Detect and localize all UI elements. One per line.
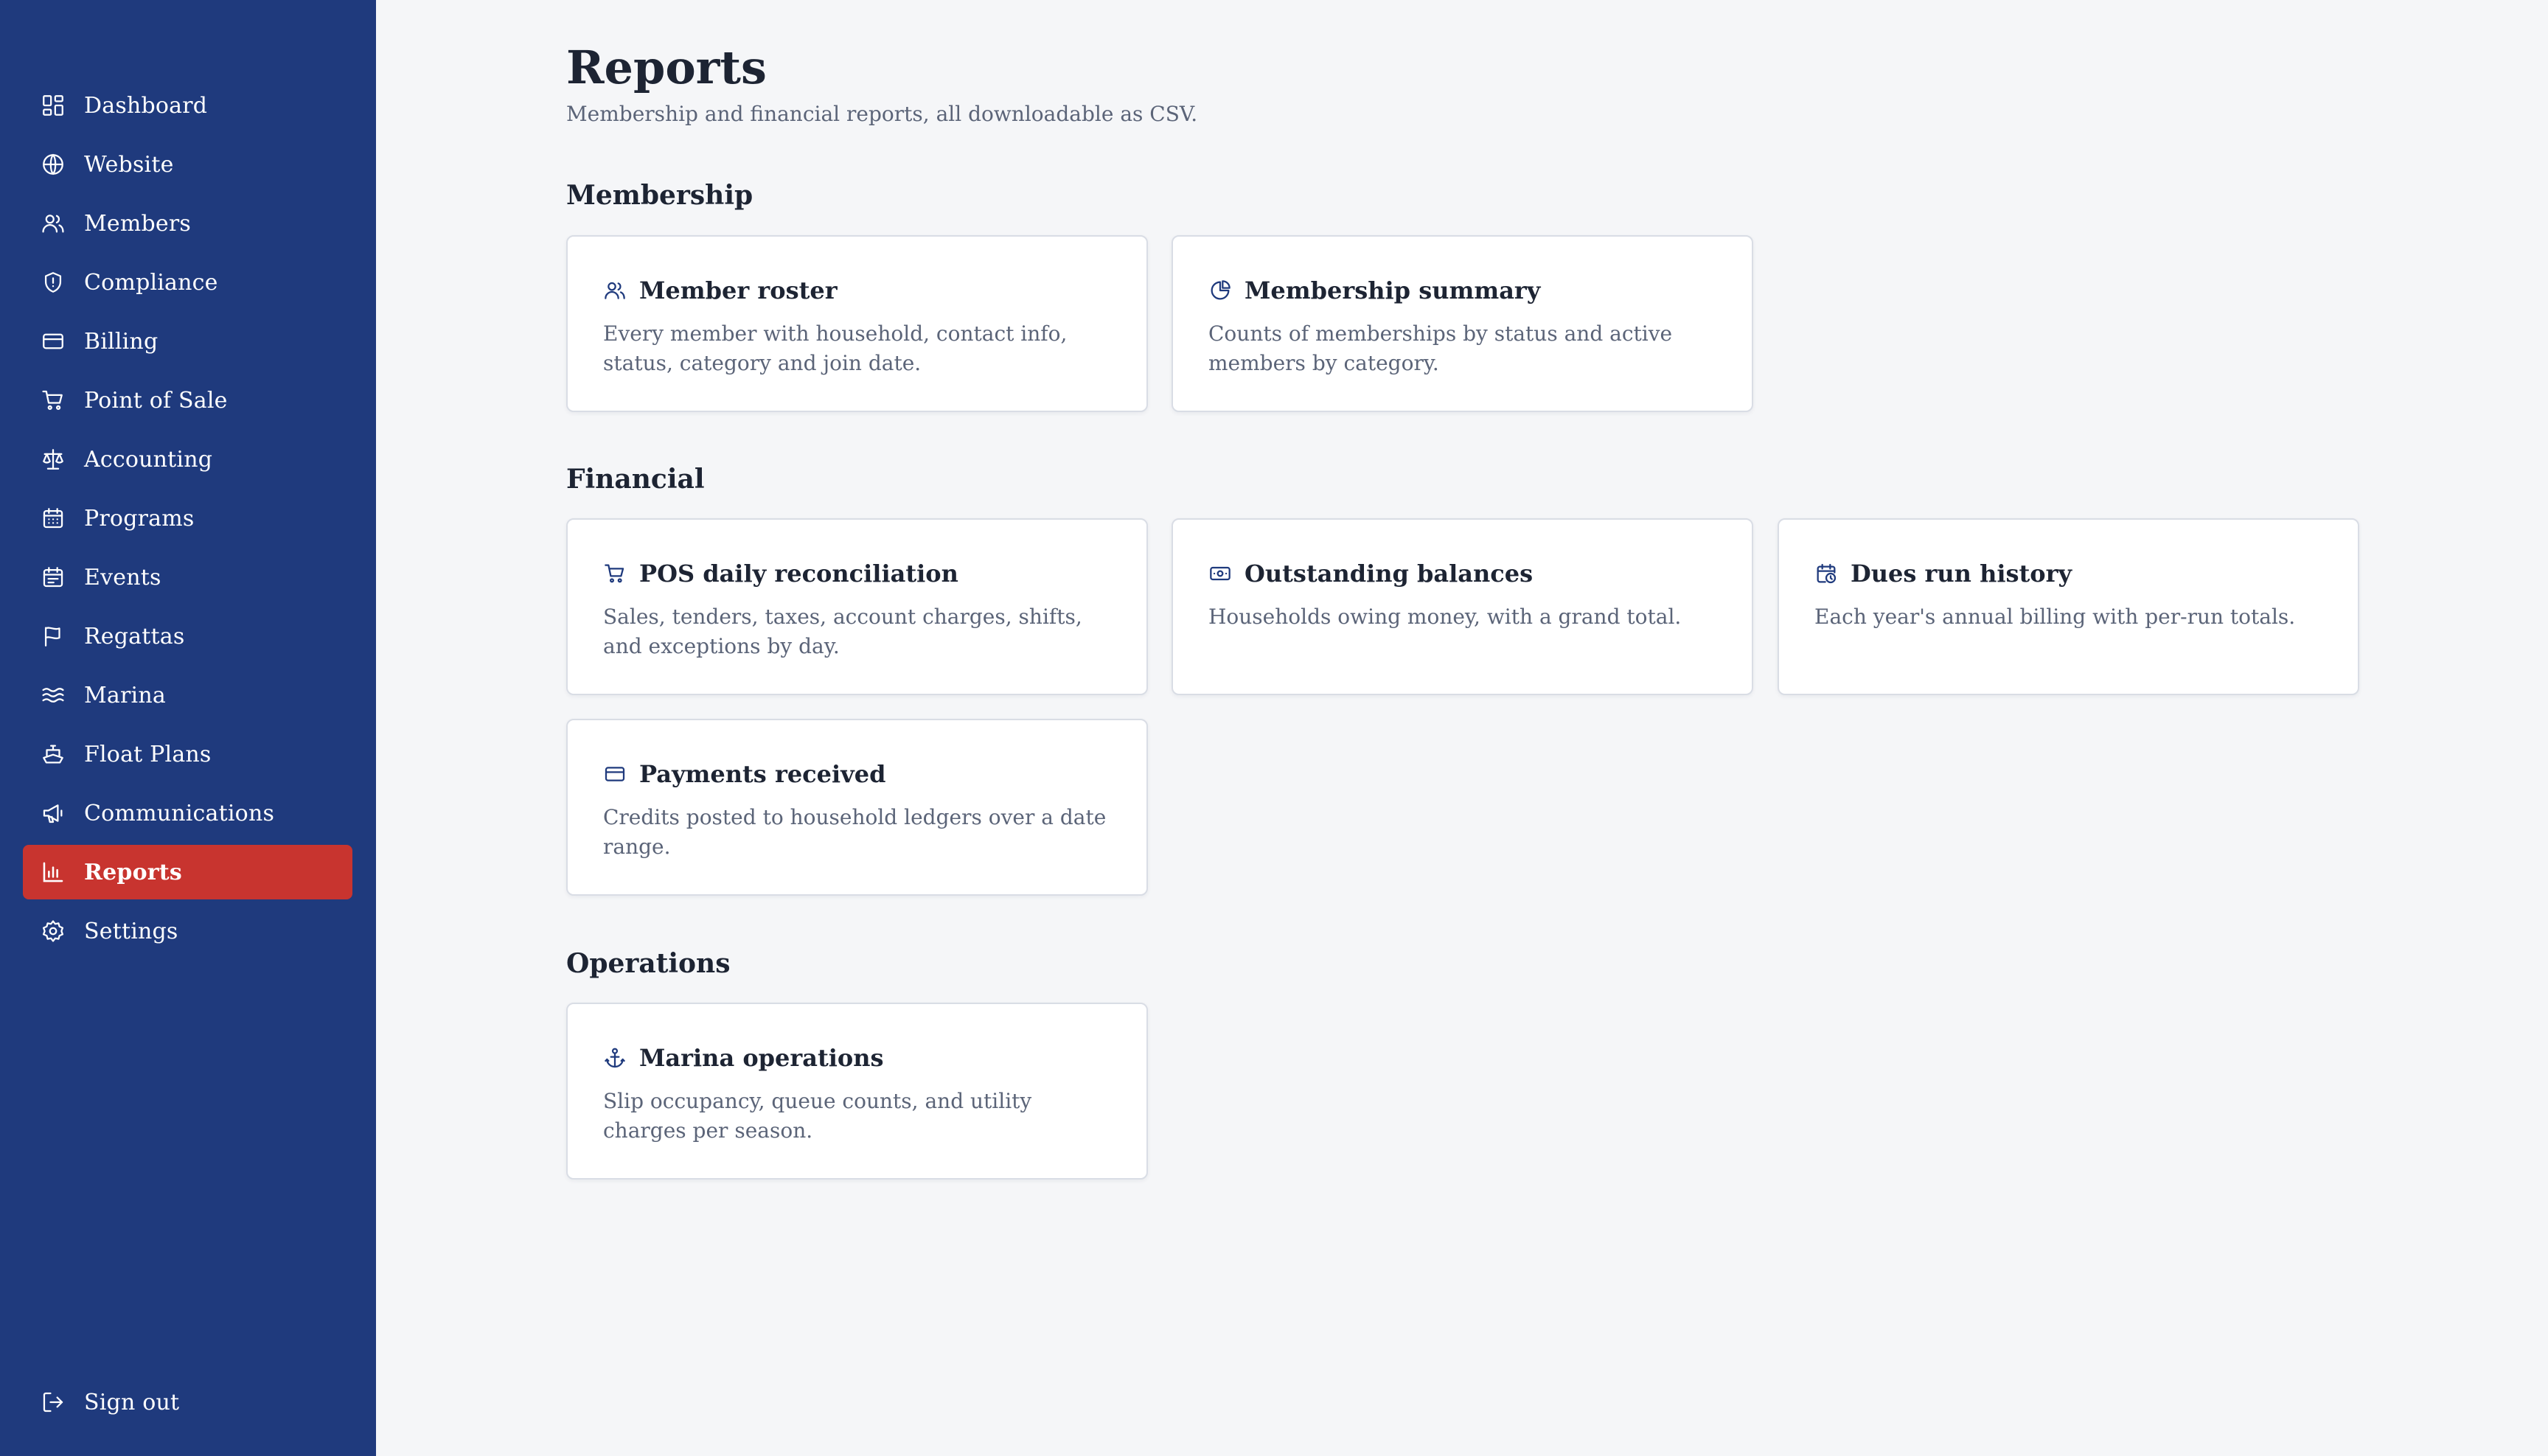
report-card-outstanding-balances[interactable]: Outstanding balances Households owing mo… [1172,518,1753,695]
report-card-dues-run-history[interactable]: Dues run history Each year's annual bill… [1778,518,2359,695]
dashboard-icon [41,93,66,118]
section-title-financial: Financial [566,464,705,495]
sidebar-item-label: Members [84,210,192,237]
flag-icon [41,624,66,649]
sidebar-item-communications[interactable]: Communications [23,786,352,840]
calendar-clock-icon [1814,562,1838,585]
sidebar-item-members[interactable]: Members [23,196,352,251]
sidebar: Dashboard Website Members Compliance Bil [0,0,376,1456]
sign-out-icon [41,1390,66,1415]
card-description: Sales, tenders, taxes, account charges, … [603,605,1082,658]
sidebar-item-settings[interactable]: Settings [23,904,352,958]
anchor-icon [603,1046,627,1070]
sidebar-item-point-of-sale[interactable]: Point of Sale [23,373,352,428]
page-title: Reports [566,41,767,94]
sidebar-item-billing[interactable]: Billing [23,314,352,369]
pie-chart-icon [1208,279,1232,302]
sidebar-item-label: Marina [84,682,166,708]
report-card-pos-daily-reconciliation[interactable]: POS daily reconciliation Sales, tenders,… [566,518,1148,695]
calendar-icon [41,565,66,590]
sign-out-area: Sign out [23,1375,352,1434]
sidebar-item-label: Communications [84,800,275,826]
sidebar-item-reports[interactable]: Reports [23,845,352,899]
sidebar-item-label: Reports [84,859,182,885]
credit-card-icon [41,329,66,354]
card-title: Outstanding balances [1245,560,1534,588]
card-title: Marina operations [639,1044,884,1072]
gear-icon [41,919,66,944]
report-card-marina-operations[interactable]: Marina operations Slip occupancy, queue … [566,1003,1148,1180]
sidebar-item-label: Programs [84,505,195,532]
card-description: Every member with household, contact inf… [603,321,1068,375]
report-card-member-roster[interactable]: Member roster Every member with househol… [566,235,1148,412]
sidebar-item-events[interactable]: Events [23,550,352,605]
card-title: Dues run history [1851,560,2072,588]
megaphone-icon [41,801,66,826]
card-description: Each year's annual billing with per-run … [1814,605,2296,629]
card-title: POS daily reconciliation [639,560,958,588]
bar-chart-icon [41,860,66,885]
sidebar-item-label: Regattas [84,623,185,649]
sidebar-item-label: Dashboard [84,92,208,119]
users-icon [603,279,627,302]
card-title: Payments received [639,760,886,788]
card-title: Member roster [639,276,838,304]
section-title-operations: Operations [566,948,731,979]
sidebar-item-regattas[interactable]: Regattas [23,609,352,663]
sign-out-label: Sign out [84,1389,180,1415]
sidebar-nav: Dashboard Website Members Compliance Bil [23,78,352,963]
shield-icon [41,270,66,295]
section-title-membership: Membership [566,180,753,211]
sidebar-item-label: Point of Sale [84,387,228,414]
sidebar-item-label: Billing [84,328,159,355]
sidebar-item-float-plans[interactable]: Float Plans [23,727,352,781]
cart-icon [603,562,627,585]
sidebar-item-label: Float Plans [84,741,212,767]
card-description: Counts of memberships by status and acti… [1208,321,1673,375]
sidebar-item-label: Accounting [84,446,213,473]
banknote-icon [1208,562,1232,585]
sidebar-item-label: Events [84,564,161,591]
boat-icon [41,742,66,767]
globe-icon [41,152,66,177]
page-subtitle: Membership and financial reports, all do… [566,102,1198,126]
card-title: Membership summary [1245,276,1541,304]
scale-icon [41,447,66,472]
report-card-membership-summary[interactable]: Membership summary Counts of memberships… [1172,235,1753,412]
report-card-payments-received[interactable]: Payments received Credits posted to hous… [566,719,1148,896]
waves-icon [41,683,66,708]
sidebar-item-compliance[interactable]: Compliance [23,255,352,310]
sidebar-item-label: Website [84,151,174,178]
sign-out-button[interactable]: Sign out [23,1375,352,1429]
sidebar-item-marina[interactable]: Marina [23,668,352,722]
card-description: Households owing money, with a grand tot… [1208,605,1682,629]
calendar-grid-icon [41,506,66,531]
sidebar-item-accounting[interactable]: Accounting [23,432,352,487]
users-icon [41,211,66,236]
sidebar-item-website[interactable]: Website [23,137,352,192]
cart-icon [41,388,66,413]
credit-card-icon [603,762,627,786]
card-description: Slip occupancy, queue counts, and utilit… [603,1089,1032,1143]
sidebar-item-dashboard[interactable]: Dashboard [23,78,352,133]
sidebar-item-label: Settings [84,918,178,944]
card-description: Credits posted to household ledgers over… [603,805,1107,859]
sidebar-item-programs[interactable]: Programs [23,491,352,546]
sidebar-item-label: Compliance [84,269,218,296]
